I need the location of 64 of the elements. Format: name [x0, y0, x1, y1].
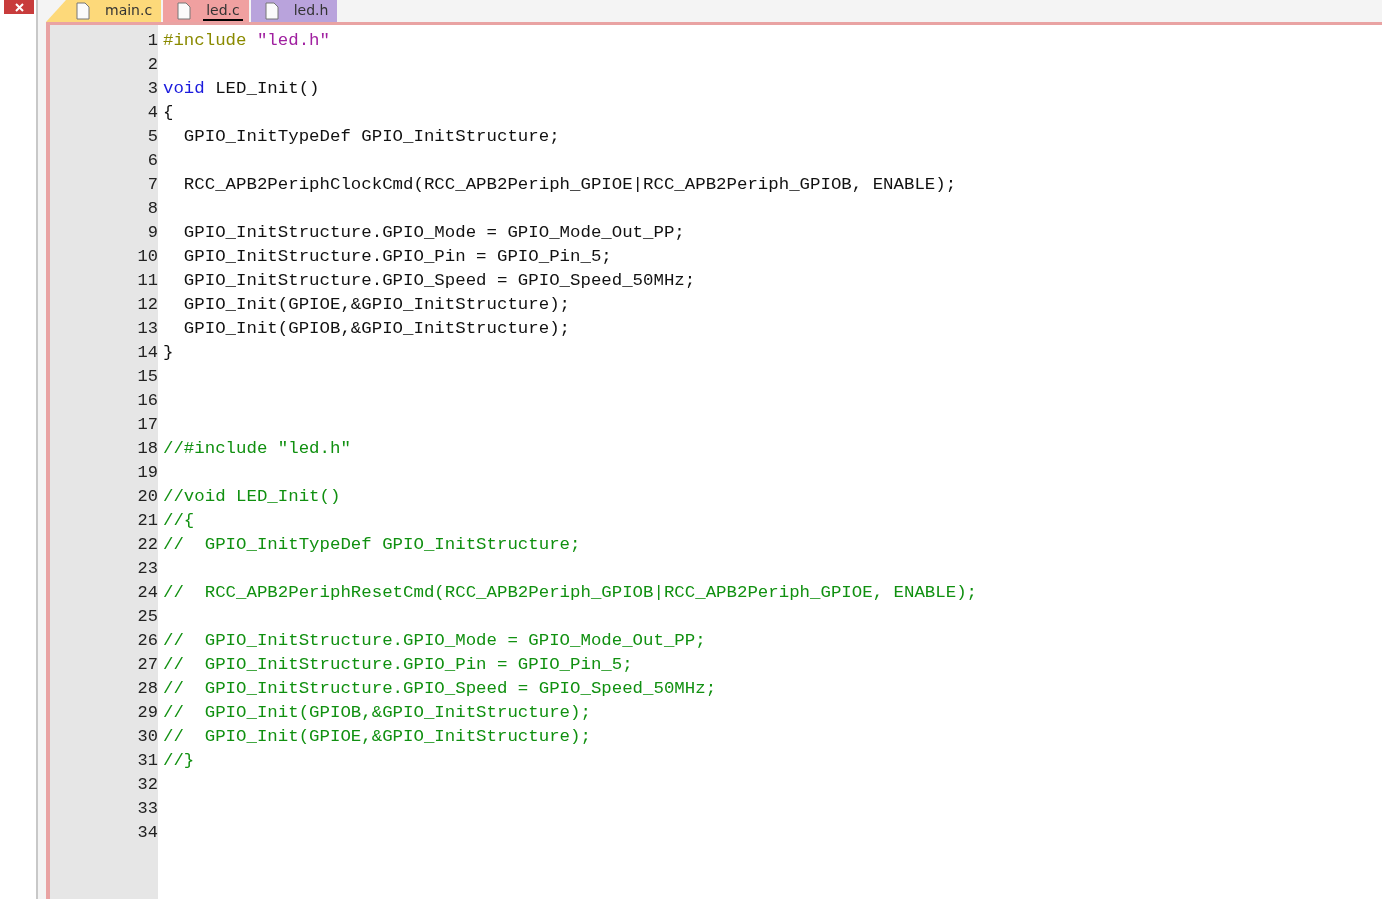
code-line: //void LED_Init() [163, 486, 341, 508]
code-line: // GPIO_InitStructure.GPIO_Mode = GPIO_Mode_Out_PP; [163, 630, 706, 652]
line-number: 8 [146, 198, 158, 220]
file-icon [177, 2, 192, 20]
line-number: 24 [136, 582, 158, 604]
line-number: 2 [146, 54, 158, 76]
line-number: 7 [146, 174, 158, 196]
line-number: 21 [136, 510, 158, 532]
code-line: GPIO_InitStructure.GPIO_Pin = GPIO_Pin_5; [182, 246, 612, 268]
line-number: 18 [136, 438, 158, 460]
code-line: //{ [163, 510, 195, 532]
file-tab[interactable]: led.h [250, 0, 338, 22]
line-number: 31 [136, 750, 158, 772]
line-number: 1 [146, 30, 158, 52]
line-number: 17 [136, 414, 158, 436]
line-number: 15 [136, 366, 158, 388]
code-line: void LED_Init() [163, 78, 320, 100]
file-icon [76, 2, 90, 20]
close-icon [14, 2, 24, 12]
code-line: // GPIO_Init(GPIOB,&GPIO_InitStructure); [163, 702, 591, 724]
code-line: GPIO_InitTypeDef GPIO_InitStructure; [182, 126, 560, 148]
code-line: // GPIO_InitStructure.GPIO_Speed = GPIO_Speed_50MHz; [163, 678, 717, 700]
code-line: // RCC_APB2PeriphResetCmd(RCC_APB2Periph_GPIOB|RCC_APB2Periph_GPIOE, ENABLE); [163, 582, 977, 604]
line-number: 26 [136, 630, 158, 652]
code-line: // GPIO_InitStructure.GPIO_Pin = GPIO_Pin_5; [163, 654, 633, 676]
line-number: 11 [136, 270, 158, 292]
code-line: // GPIO_Init(GPIOE,&GPIO_InitStructure); [163, 726, 591, 748]
line-number: 28 [136, 678, 158, 700]
file-icon [264, 2, 279, 20]
line-number: 4 [146, 102, 158, 124]
line-number: 5 [146, 126, 158, 148]
code-line: GPIO_InitStructure.GPIO_Mode = GPIO_Mode_Out_PP; [182, 222, 685, 244]
code-line: } [163, 342, 174, 364]
line-number: 25 [136, 606, 158, 628]
line-number: 27 [136, 654, 158, 676]
code-line: #include "led.h" [163, 30, 330, 52]
line-number: 10 [136, 246, 158, 268]
line-number: 3 [146, 78, 158, 100]
code-line: //#include "led.h" [163, 438, 351, 460]
line-number: 30 [136, 726, 158, 748]
code-line: GPIO_Init(GPIOB,&GPIO_InitStructure); [182, 318, 570, 340]
line-number: 23 [136, 558, 158, 580]
code-line: { [163, 102, 174, 124]
code-line: //} [163, 750, 195, 772]
line-number: 22 [136, 534, 158, 556]
line-number: 9 [146, 222, 158, 244]
code-line: RCC_APB2PeriphClockCmd(RCC_APB2Periph_GPIOE|RCC_APB2Periph_GPIOB, ENABLE); [182, 174, 957, 196]
line-number: 14 [136, 342, 158, 364]
line-number: 29 [136, 702, 158, 724]
line-number: 34 [136, 822, 158, 844]
line-number: 19 [136, 462, 158, 484]
file-tab[interactable]: main.c [46, 0, 162, 22]
line-number: 20 [136, 486, 158, 508]
line-number: 32 [136, 774, 158, 796]
line-number: 33 [136, 798, 158, 820]
close-button[interactable] [4, 0, 34, 14]
line-number: 16 [136, 390, 158, 412]
code-line: GPIO_Init(GPIOE,&GPIO_InitStructure); [182, 294, 570, 316]
line-number: 6 [146, 150, 158, 172]
line-number: 12 [136, 294, 158, 316]
file-tab[interactable]: led.c [163, 0, 249, 22]
code-line: GPIO_InitStructure.GPIO_Speed = GPIO_Speed_50MHz; [182, 270, 696, 292]
code-line: // GPIO_InitTypeDef GPIO_InitStructure; [163, 534, 581, 556]
line-number: 13 [136, 318, 158, 340]
